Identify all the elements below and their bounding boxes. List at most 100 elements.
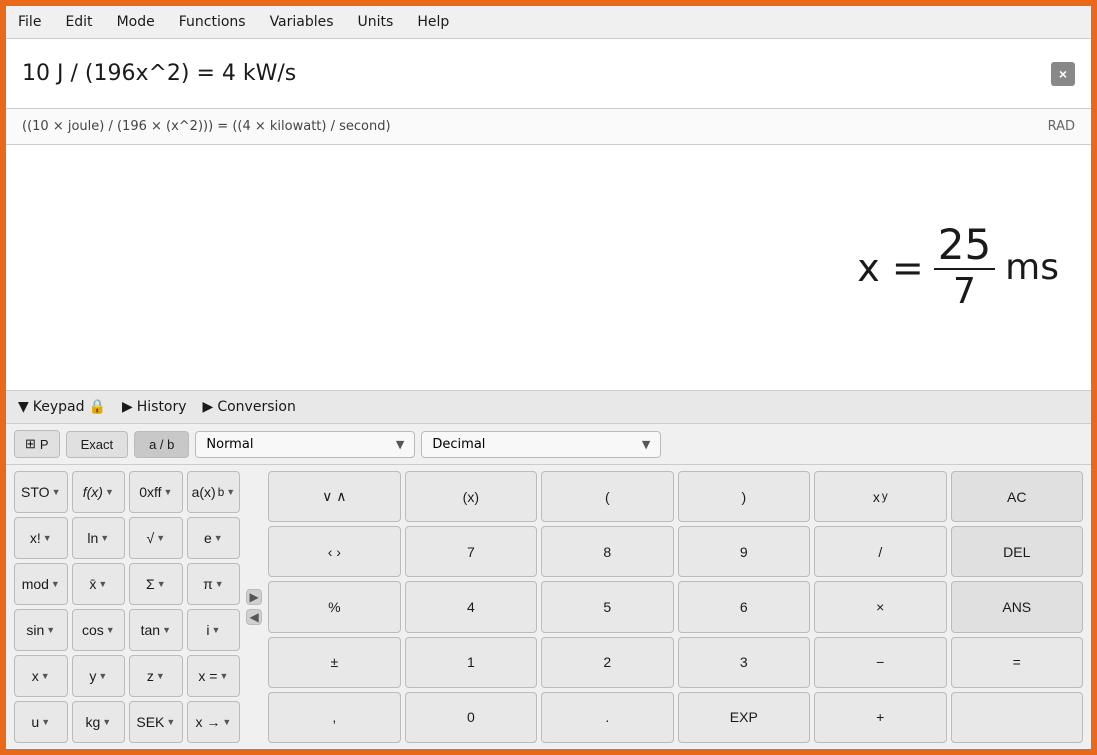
key-ln[interactable]: ln▼ xyxy=(72,517,126,559)
key-divide[interactable]: / xyxy=(814,526,946,577)
clear-button[interactable]: × xyxy=(1051,62,1075,86)
key-5[interactable]: 5 xyxy=(541,581,673,632)
expand-right-btn[interactable]: ▶ xyxy=(246,589,262,605)
parsed-text: ((10 × joule) / (196 × (x^2))) = ((4 × k… xyxy=(22,119,391,134)
key-u[interactable]: u▼ xyxy=(14,701,68,743)
conversion-label: Conversion xyxy=(217,399,296,415)
key-ans[interactable]: ANS xyxy=(951,581,1083,632)
key-equals[interactable]: = xyxy=(951,637,1083,688)
menu-mode[interactable]: Mode xyxy=(113,12,159,32)
result-expression: x = 25 7 ms xyxy=(857,222,1059,313)
key-7[interactable]: 7 xyxy=(405,526,537,577)
exact-label: Exact xyxy=(81,437,114,452)
key-0xff[interactable]: 0xff▼ xyxy=(129,471,183,513)
key-equals2[interactable] xyxy=(951,692,1083,743)
key-paren-x[interactable]: (x) xyxy=(405,471,537,522)
key-3[interactable]: 3 xyxy=(678,637,810,688)
key-close-paren[interactable]: ) xyxy=(678,471,810,522)
key-sin[interactable]: sin▼ xyxy=(14,609,68,651)
key-fx[interactable]: f(x)▼ xyxy=(72,471,126,513)
key-factorial[interactable]: x!▼ xyxy=(14,517,68,559)
result-prefix: x = xyxy=(857,246,923,290)
key-pi[interactable]: π▼ xyxy=(187,563,241,605)
collapse-left-btn[interactable]: ◀ xyxy=(246,609,262,625)
key-percent[interactable]: % xyxy=(268,581,400,632)
key-sigma[interactable]: Σ▼ xyxy=(129,563,183,605)
menu-units[interactable]: Units xyxy=(354,12,398,32)
key-dot[interactable]: . xyxy=(541,692,673,743)
function-keys: STO▼ f(x)▼ 0xff▼ a(x)b▼ x!▼ ln▼ √▼ e▼ mo… xyxy=(14,471,240,743)
history-label: History xyxy=(137,399,187,415)
decimal-select[interactable]: Decimal ▼ xyxy=(421,431,661,458)
decimal-label: Decimal xyxy=(432,437,485,452)
key-leftright[interactable]: ‹ › xyxy=(268,526,400,577)
keypad-arrow-down: ▼ xyxy=(18,399,29,415)
grid-icon: ⊞ xyxy=(25,436,36,452)
main-input[interactable] xyxy=(22,61,1051,86)
grid-label: P xyxy=(40,437,49,452)
key-plusminus[interactable]: ± xyxy=(268,637,400,688)
key-sek[interactable]: SEK▼ xyxy=(129,701,183,743)
key-ac[interactable]: AC xyxy=(951,471,1083,522)
menu-edit[interactable]: Edit xyxy=(61,12,96,32)
fraction-denominator: 7 xyxy=(949,270,980,313)
result-unit: ms xyxy=(1005,247,1059,288)
key-plus[interactable]: + xyxy=(814,692,946,743)
key-xy[interactable]: xy xyxy=(814,471,946,522)
key-8[interactable]: 8 xyxy=(541,526,673,577)
key-1[interactable]: 1 xyxy=(405,637,537,688)
decimal-dropdown-arrow: ▼ xyxy=(642,438,650,451)
key-6[interactable]: 6 xyxy=(678,581,810,632)
fraction-label: a / b xyxy=(149,437,174,452)
key-0[interactable]: 0 xyxy=(405,692,537,743)
key-x[interactable]: x▼ xyxy=(14,655,68,697)
key-minus[interactable]: − xyxy=(814,637,946,688)
keypad-toggle[interactable]: ▼ Keypad 🔒 xyxy=(18,399,106,415)
conversion-arrow-right: ▶ xyxy=(203,399,214,415)
key-9[interactable]: 9 xyxy=(678,526,810,577)
key-exp[interactable]: EXP xyxy=(678,692,810,743)
rad-label: RAD xyxy=(1048,119,1075,134)
key-2[interactable]: 2 xyxy=(541,637,673,688)
key-sqrt[interactable]: √▼ xyxy=(129,517,183,559)
conversion-toggle[interactable]: ▶ Conversion xyxy=(203,399,296,415)
grid-button[interactable]: ⊞ P xyxy=(14,430,60,458)
fraction-numerator: 25 xyxy=(934,222,995,270)
key-tan[interactable]: tan▼ xyxy=(129,609,183,651)
key-comma[interactable]: , xyxy=(268,692,400,743)
key-i[interactable]: i▼ xyxy=(187,609,241,651)
menu-functions[interactable]: Functions xyxy=(175,12,250,32)
key-mod[interactable]: mod▼ xyxy=(14,563,68,605)
keypad-section: ▼ Keypad 🔒 ▶ History ▶ Conversion ⊞ P Ex… xyxy=(6,391,1091,749)
key-4[interactable]: 4 xyxy=(405,581,537,632)
key-xbar[interactable]: x̄▼ xyxy=(72,563,126,605)
result-fraction: 25 7 xyxy=(934,222,995,313)
normal-dropdown-arrow: ▼ xyxy=(396,438,404,451)
key-xeq[interactable]: x =▼ xyxy=(187,655,241,697)
key-open-paren[interactable]: ( xyxy=(541,471,673,522)
numeric-keys: ∨ ∧ (x) ( ) xy AC ‹ › 7 8 9 / DEL % 4 5 … xyxy=(268,471,1083,743)
key-updown[interactable]: ∨ ∧ xyxy=(268,471,400,522)
key-axb[interactable]: a(x)b▼ xyxy=(187,471,241,513)
menu-file[interactable]: File xyxy=(14,12,45,32)
history-toggle[interactable]: ▶ History xyxy=(122,399,187,415)
key-cos[interactable]: cos▼ xyxy=(72,609,126,651)
key-sto[interactable]: STO▼ xyxy=(14,471,68,513)
result-area: x = 25 7 ms xyxy=(6,145,1091,391)
key-multiply[interactable]: × xyxy=(814,581,946,632)
fraction-button[interactable]: a / b xyxy=(134,431,189,458)
key-del[interactable]: DEL xyxy=(951,526,1083,577)
key-e[interactable]: e▼ xyxy=(187,517,241,559)
menu-variables[interactable]: Variables xyxy=(266,12,338,32)
key-z[interactable]: z▼ xyxy=(129,655,183,697)
key-kg[interactable]: kg▼ xyxy=(72,701,126,743)
menu-bar: File Edit Mode Functions Variables Units… xyxy=(6,6,1091,39)
input-area: × xyxy=(6,39,1091,109)
lock-icon: 🔒 xyxy=(89,399,106,415)
normal-select[interactable]: Normal ▼ xyxy=(195,431,415,458)
exact-button[interactable]: Exact xyxy=(66,431,129,458)
menu-help[interactable]: Help xyxy=(413,12,453,32)
key-y[interactable]: y▼ xyxy=(72,655,126,697)
key-xarrow[interactable]: x →▼ xyxy=(187,701,241,743)
normal-label: Normal xyxy=(206,437,253,452)
